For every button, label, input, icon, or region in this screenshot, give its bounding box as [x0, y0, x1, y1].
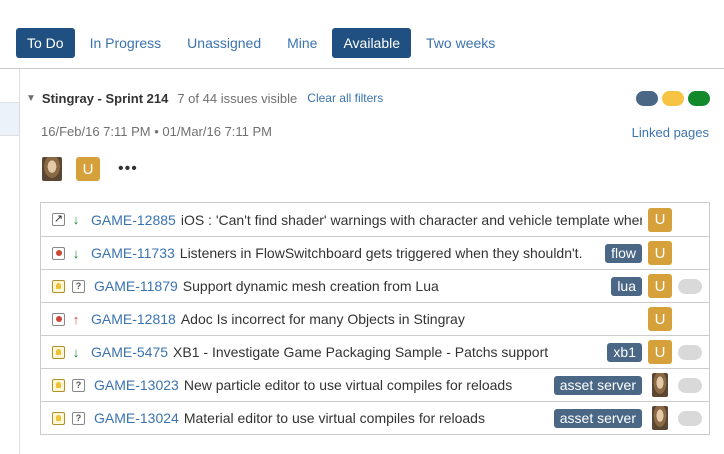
issue-row[interactable]: ↑ GAME-12818 Adoc Is incorrect for many Ob… — [41, 302, 709, 335]
issue-meta: xb1 U — [607, 340, 702, 364]
issue-label[interactable]: xb1 — [607, 342, 642, 362]
issue-toggle[interactable] — [678, 410, 702, 426]
bug-type-icon — [52, 246, 65, 260]
issue-summary: Support dynamic mesh creation from Lua — [182, 278, 439, 294]
issue-row[interactable]: ? GAME-13023 New particle editor to use vi… — [41, 368, 709, 401]
priority-unknown-icon: ? — [72, 279, 85, 293]
bug-type-icon — [52, 312, 65, 326]
issue-key-link[interactable]: GAME-12818 — [91, 311, 176, 327]
sprint-end-date: 01/Mar/16 7:11 PM — [162, 124, 273, 139]
issue-summary: Material editor to use virtual compiles … — [183, 410, 485, 426]
issue-summary: Listeners in FlowSwitchboard gets trigge… — [179, 245, 583, 261]
sprint-start-date: 16/Feb/16 7:11 PM — [41, 124, 151, 139]
status-pill-in-progress — [662, 90, 684, 106]
issue-row[interactable]: ↓ GAME-12885iOS : 'Can't find shader' war… — [41, 203, 709, 236]
priority-low-icon: ↓ — [72, 212, 80, 227]
status-pill-done — [688, 90, 710, 106]
issue-assignee-avatar[interactable]: U — [648, 274, 672, 298]
quick-filters: To Do In Progress Unassigned Mine Availa… — [16, 28, 506, 58]
issue-assignee-avatar[interactable]: U — [648, 207, 672, 232]
issue-row[interactable]: ↓ GAME-11733 Listeners in FlowSwitchboard … — [41, 236, 709, 269]
issue-label[interactable]: flow — [605, 243, 642, 263]
improvement-type-icon — [52, 345, 65, 359]
issue-toggle-empty — [678, 246, 702, 261]
issue-assignee-avatar[interactable]: U — [648, 307, 672, 331]
sprint-header: ▼ Stingray - Sprint 214 7 of 44 issues v… — [26, 88, 710, 108]
issue-key-link[interactable]: GAME-13024 — [94, 410, 179, 426]
improvement-type-icon — [52, 378, 65, 392]
issue-toggle-empty — [678, 212, 702, 227]
priority-low-icon: ↓ — [72, 344, 80, 360]
story-type-icon — [52, 213, 65, 226]
issue-assignee — [648, 373, 672, 397]
linked-pages-link[interactable]: Linked pages — [632, 125, 709, 140]
sprint-dates: 16/Feb/16 7:11 PM • 01/Mar/16 7:11 PM — [41, 124, 272, 139]
issue-assignee-photo[interactable] — [652, 373, 668, 397]
chevron-down-icon[interactable]: ▼ — [26, 93, 36, 104]
issue-row[interactable]: ? GAME-13024 Material editor to use virtua… — [41, 401, 709, 434]
assignee-photo-avatar[interactable] — [42, 157, 62, 181]
improvement-type-icon — [52, 411, 65, 425]
issue-label[interactable]: asset server — [553, 408, 642, 428]
priority-high-icon: ↑ — [72, 311, 80, 327]
quick-filter-in-progress[interactable]: In Progress — [79, 28, 173, 58]
priority-unknown-icon: ? — [72, 378, 85, 392]
assignee-u-avatar[interactable]: U — [76, 157, 100, 181]
status-pill-todo — [636, 90, 658, 106]
filters-divider — [0, 68, 724, 69]
issue-assignee — [648, 406, 672, 430]
sprint-status-pills — [636, 90, 710, 106]
issue-toggle[interactable] — [678, 278, 702, 294]
issue-key-link[interactable]: GAME-5475 — [91, 344, 168, 360]
issue-meta: U — [648, 207, 702, 232]
issue-toggle[interactable] — [678, 377, 702, 393]
sprint-name[interactable]: Stingray - Sprint 214 — [42, 91, 168, 106]
issue-meta: flow U — [605, 241, 702, 265]
issue-toggle-empty — [678, 312, 702, 327]
quick-filter-available[interactable]: Available — [332, 28, 412, 58]
clear-filters-link[interactable]: Clear all filters — [307, 91, 383, 105]
quick-filter-to-do[interactable]: To Do — [16, 28, 75, 58]
issue-summary: Adoc Is incorrect for many Objects in St… — [180, 311, 465, 327]
quick-filter-mine[interactable]: Mine — [276, 28, 328, 58]
issue-key-link[interactable]: GAME-12885 — [91, 212, 176, 228]
issue-summary: iOS : 'Can't find shader' warnings with … — [180, 211, 642, 228]
priority-low-icon: ↓ — [72, 245, 80, 261]
issue-count: 7 of 44 issues visible — [177, 90, 298, 106]
quick-filter-two-weeks[interactable]: Two weeks — [415, 28, 506, 58]
issue-summary: New particle editor to use virtual compi… — [183, 377, 513, 393]
issue-key-link[interactable]: GAME-11733 — [91, 245, 175, 261]
issue-assignee-photo[interactable] — [652, 406, 668, 430]
quick-filter-unassigned[interactable]: Unassigned — [176, 28, 272, 58]
priority-unknown-icon: ? — [72, 411, 85, 425]
issue-key-link[interactable]: GAME-13023 — [94, 377, 179, 393]
left-panel-selected-row[interactable] — [0, 102, 19, 136]
issue-label[interactable]: lua — [611, 276, 642, 296]
sprint-assignees: U ••• — [42, 157, 138, 181]
issue-assignee-avatar[interactable]: U — [648, 340, 672, 364]
issue-meta: lua U — [611, 274, 702, 298]
issue-label[interactable]: asset server — [553, 375, 642, 395]
improvement-type-icon — [52, 279, 65, 293]
issue-meta: asset server — [553, 373, 702, 397]
left-panel-border — [19, 68, 20, 454]
issue-list: ↓ GAME-12885iOS : 'Can't find shader' war… — [40, 202, 710, 435]
issue-meta: U — [648, 307, 702, 331]
issue-row[interactable]: ↓ GAME-5475 XB1 - Investigate Game Packagi… — [41, 335, 709, 368]
issue-key-link[interactable]: GAME-11879 — [94, 278, 178, 294]
issue-meta: asset server — [553, 406, 702, 430]
issue-assignee-avatar[interactable]: U — [648, 241, 672, 265]
issue-row[interactable]: ? GAME-11879 Support dynamic mesh creation… — [41, 269, 709, 302]
issue-toggle[interactable] — [678, 344, 702, 360]
more-actions-icon[interactable]: ••• — [118, 160, 138, 178]
issue-summary: XB1 - Investigate Game Packaging Sample … — [173, 344, 549, 360]
date-separator: • — [154, 124, 159, 139]
